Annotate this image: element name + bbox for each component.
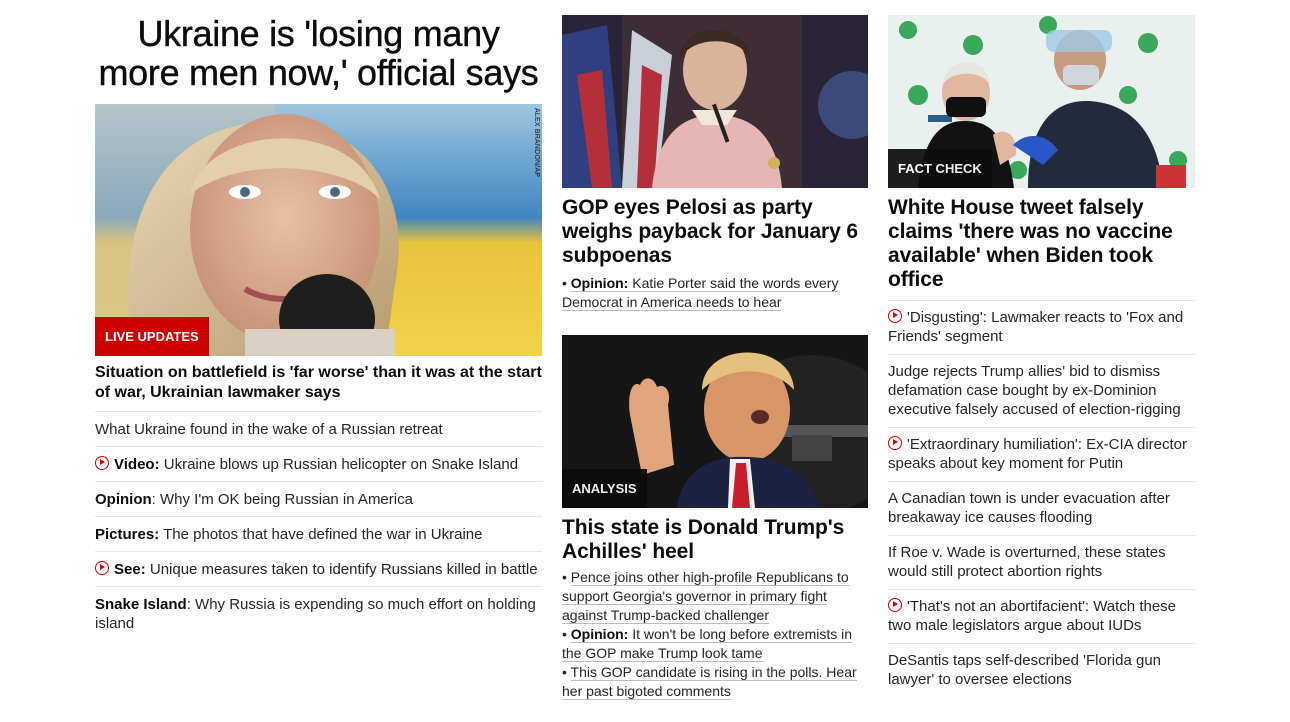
fact-check-badge: FACT CHECK (888, 149, 992, 188)
pelosi-story-image[interactable] (562, 15, 868, 188)
lead-story-image[interactable]: ALEX BRANDON/AP LIVE UPDATES (95, 104, 542, 356)
middle-column: GOP eyes Pelosi as party weighs payback … (562, 0, 868, 701)
list-item[interactable]: What Ukraine found in the wake of a Russ… (95, 411, 542, 446)
trump-story-sublinks: • Pence joins other high-profile Republi… (562, 568, 868, 701)
list-item[interactable]: A Canadian town is under evacuation afte… (888, 481, 1195, 535)
play-video-icon (888, 309, 902, 323)
sublink[interactable]: • Pence joins other high-profile Republi… (562, 568, 868, 625)
lead-story-related-list: What Ukraine found in the wake of a Russ… (95, 411, 542, 640)
play-video-icon (95, 456, 109, 470)
trump-story-image[interactable]: ANALYSIS (562, 335, 868, 508)
list-item-prefix: Snake Island (95, 596, 187, 613)
list-item-text: The photos that have defined the war in … (159, 526, 483, 543)
right-column-list: 'Disgusting': Lawmaker reacts to 'Fox an… (888, 300, 1195, 697)
list-item[interactable]: Opinion: Why I'm OK being Russian in Ame… (95, 481, 542, 516)
list-item-prefix: Video: (114, 456, 160, 473)
play-video-icon (888, 436, 902, 450)
list-item[interactable]: If Roe v. Wade is overturned, these stat… (888, 535, 1195, 589)
list-item[interactable]: See: Unique measures taken to identify R… (95, 551, 542, 586)
live-updates-badge: LIVE UPDATES (95, 317, 209, 356)
list-item-text: If Roe v. Wade is overturned, these stat… (888, 544, 1166, 580)
list-item-text: Unique measures taken to identify Russia… (145, 561, 538, 578)
pelosi-story-headline[interactable]: GOP eyes Pelosi as party weighs payback … (562, 196, 868, 268)
list-item[interactable]: Judge rejects Trump allies' bid to dismi… (888, 354, 1195, 427)
pelosi-photo (562, 15, 868, 188)
list-item-prefix: Opinion (95, 491, 152, 508)
list-item[interactable]: 'Disgusting': Lawmaker reacts to 'Fox an… (888, 300, 1195, 354)
list-item[interactable]: 'Extraordinary humiliation': Ex-CIA dire… (888, 427, 1195, 481)
vaccine-story-headline[interactable]: White House tweet falsely claims 'there … (888, 196, 1195, 300)
pelosi-story-sublink[interactable]: • Opinion: Katie Porter said the words e… (562, 274, 868, 312)
sublink-prefix: Opinion: (570, 626, 629, 642)
sublink-text: Pence joins other high-profile Republica… (562, 569, 849, 624)
trump-story-headline[interactable]: This state is Donald Trump's Achilles' h… (562, 516, 868, 564)
play-video-icon (888, 598, 902, 612)
sublink[interactable]: • This GOP candidate is rising in the po… (562, 663, 868, 701)
list-item-text: Judge rejects Trump allies' bid to dismi… (888, 363, 1181, 418)
play-video-icon (95, 561, 109, 575)
list-item-text: 'Disgusting': Lawmaker reacts to 'Fox an… (888, 309, 1184, 345)
list-item[interactable]: DeSantis taps self-described 'Florida gu… (888, 643, 1195, 697)
list-item-text: Ukraine blows up Russian helicopter on S… (159, 456, 519, 473)
list-item-text: DeSantis taps self-described 'Florida gu… (888, 652, 1162, 688)
sublink-text: This GOP candidate is rising in the poll… (562, 664, 857, 700)
sublink[interactable]: • Opinion: It won't be long before extre… (562, 625, 868, 663)
list-item-text: 'Extraordinary humiliation': Ex-CIA dire… (888, 436, 1187, 472)
list-item[interactable]: Video: Ukraine blows up Russian helicopt… (95, 446, 542, 481)
list-item-prefix: See: (114, 561, 146, 578)
list-item[interactable]: Pictures: The photos that have defined t… (95, 516, 542, 551)
list-item[interactable]: 'That's not an abortifacient': Watch the… (888, 589, 1195, 643)
list-item[interactable]: Snake Island: Why Russia is expending so… (95, 586, 542, 640)
list-item-text: : Why I'm OK being Russian in America (151, 491, 413, 508)
list-item-prefix: Pictures: (95, 526, 160, 543)
lead-story-headline[interactable]: Situation on battlefield is 'far worse' … (95, 363, 542, 411)
analysis-badge: ANALYSIS (562, 469, 647, 508)
photo-credit: ALEX BRANDON/AP (533, 108, 540, 178)
list-item-text: A Canadian town is under evacuation afte… (888, 490, 1170, 526)
lead-story-column: Ukraine is 'losing many more men now,' o… (95, 0, 542, 640)
list-item-text: What Ukraine found in the wake of a Russ… (95, 421, 443, 438)
sublink-prefix: Opinion: (570, 275, 629, 291)
lead-story-title[interactable]: Ukraine is 'losing many more men now,' o… (95, 14, 542, 92)
list-item-text: 'That's not an abortifacient': Watch the… (888, 598, 1177, 634)
right-column: FACT CHECK White House tweet falsely cla… (888, 0, 1195, 697)
vaccine-story-image[interactable]: FACT CHECK (888, 15, 1195, 188)
